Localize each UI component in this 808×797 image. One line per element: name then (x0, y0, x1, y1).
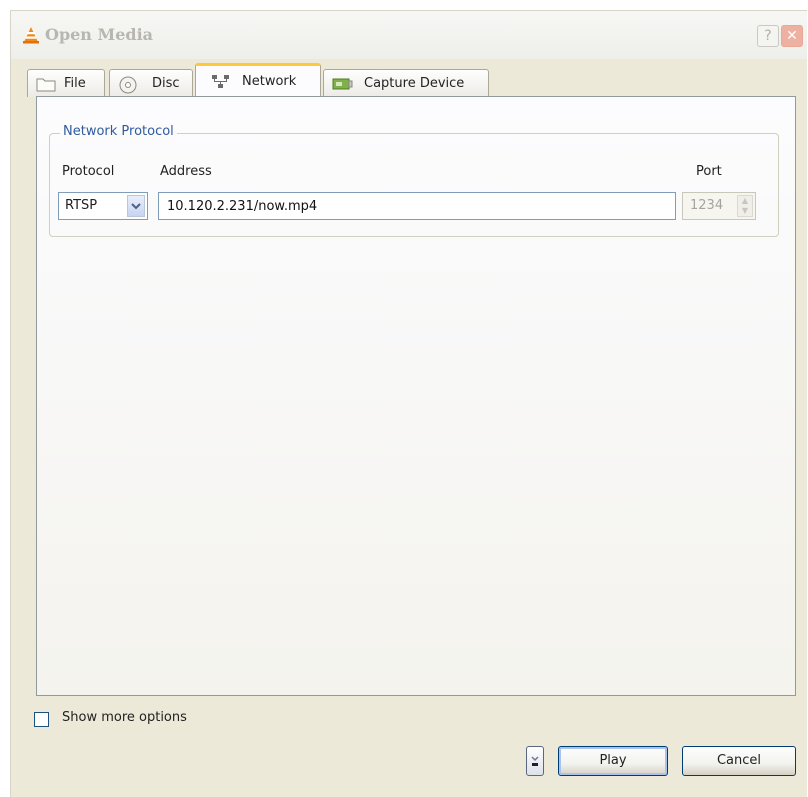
tab-disc[interactable]: Disc (109, 69, 193, 97)
cancel-button[interactable]: Cancel (682, 746, 796, 776)
port-spinbox[interactable]: 1234 ▲ ▼ (682, 192, 756, 220)
tab-panel-network (36, 96, 796, 696)
protocol-label: Protocol (62, 164, 115, 179)
disc-icon (119, 76, 137, 94)
protocol-select[interactable]: RTSP (58, 192, 148, 220)
capture-card-icon (332, 78, 353, 90)
tab-network-label: Network (242, 74, 297, 89)
tab-capture-device-label: Capture Device (364, 76, 465, 91)
tab-file[interactable]: File (27, 69, 105, 97)
vlc-cone-icon (23, 27, 39, 44)
show-more-label: Show more options (62, 710, 187, 725)
tab-network[interactable]: Network (195, 63, 321, 98)
chevron-down-icon (531, 756, 539, 766)
spin-arrows-icon[interactable]: ▲ ▼ (737, 195, 753, 217)
play-button[interactable]: Play (558, 746, 668, 776)
window-title: Open Media (45, 25, 154, 44)
network-protocol-group (49, 133, 779, 237)
address-input[interactable] (158, 192, 676, 220)
network-icon (212, 75, 229, 88)
title-bar: Open Media ? ✕ (11, 11, 807, 59)
group-title: Network Protocol (60, 124, 177, 139)
tab-capture-device[interactable]: Capture Device (323, 69, 489, 97)
tab-file-label: File (64, 76, 86, 91)
play-options-dropdown-button[interactable] (526, 746, 544, 776)
folder-icon (36, 78, 56, 92)
show-more-checkbox[interactable] (34, 712, 49, 727)
port-label: Port (696, 164, 722, 179)
tab-disc-label: Disc (152, 76, 180, 91)
port-value: 1234 (690, 198, 724, 213)
chevron-down-icon[interactable] (127, 195, 145, 217)
address-label: Address (160, 164, 212, 179)
close-button[interactable]: ✕ (781, 25, 803, 47)
help-button[interactable]: ? (757, 25, 779, 47)
protocol-value: RTSP (65, 198, 98, 213)
